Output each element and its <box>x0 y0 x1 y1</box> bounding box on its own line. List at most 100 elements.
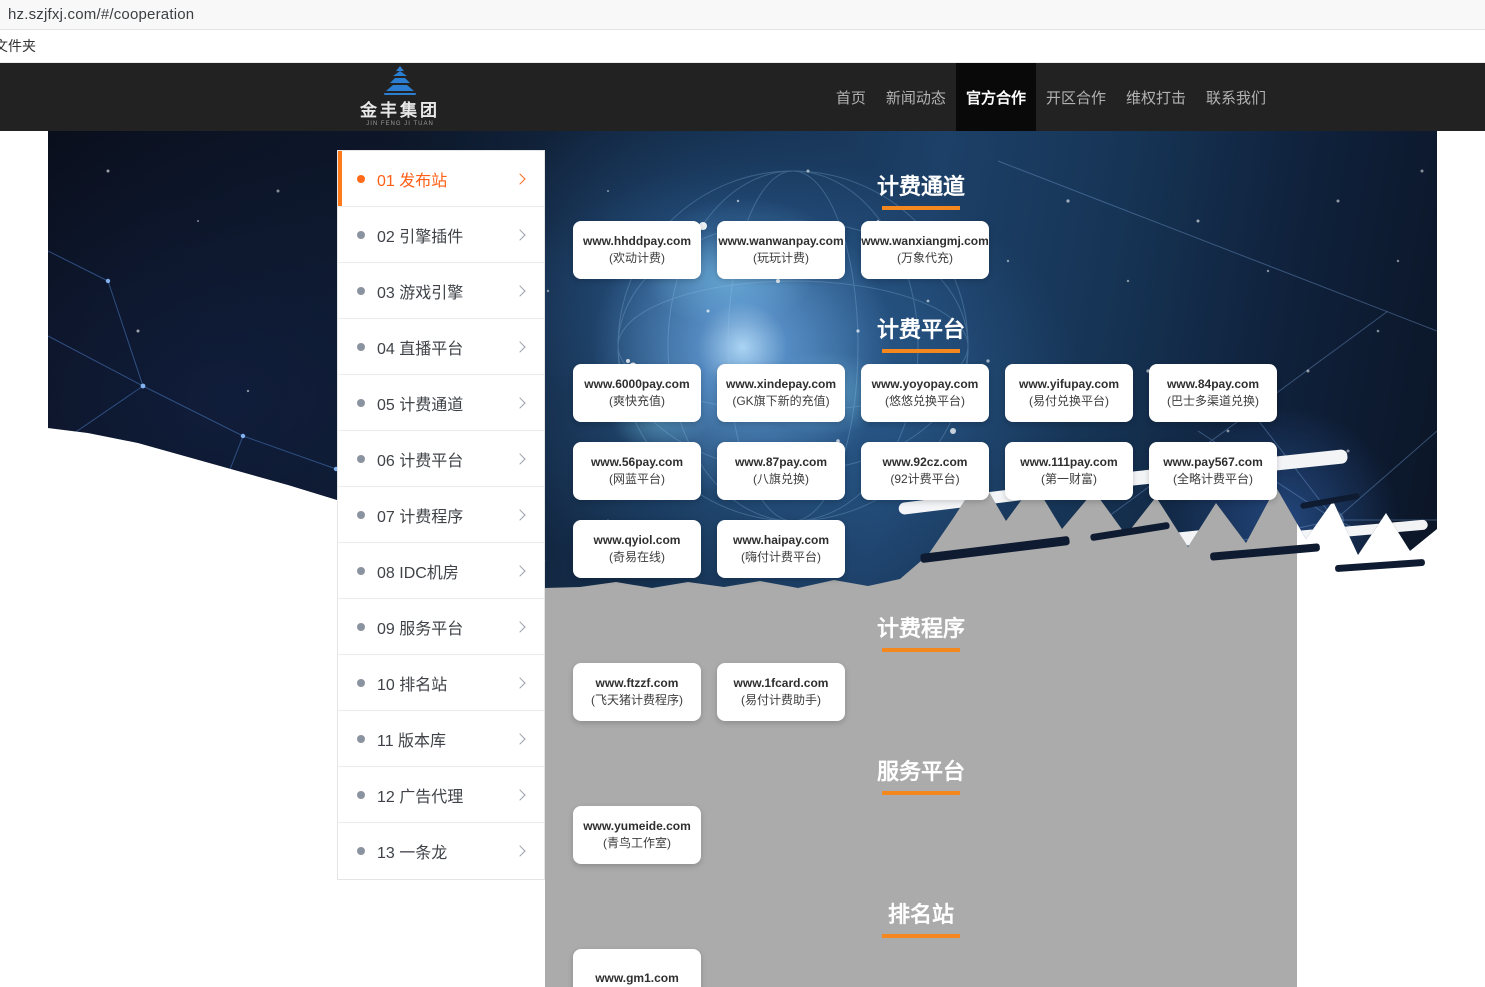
sidebar-item-label: 06 计费平台 <box>377 447 516 471</box>
pagoda-logo-icon <box>383 66 417 96</box>
url-text: hz.szjfxj.com/#/cooperation <box>0 6 194 23</box>
card-name: (玩玩计费) <box>753 251 809 266</box>
sidebar-item-label: 02 引擎插件 <box>377 223 516 247</box>
bullet-icon <box>357 623 365 631</box>
card-name: (奇易在线) <box>609 550 665 565</box>
sidebar-item-11[interactable]: 11 版本库 <box>338 711 544 767</box>
nav-item[interactable]: 新闻动态 <box>876 63 956 131</box>
sidebar-item-03[interactable]: 03 游戏引擎 <box>338 263 544 319</box>
card-name: (悠悠兑换平台) <box>885 394 965 409</box>
chevron-right-icon <box>514 397 525 408</box>
browser-url-bar[interactable]: hz.szjfxj.com/#/cooperation <box>0 0 1485 30</box>
chevron-right-icon <box>514 341 525 352</box>
bullet-icon <box>357 847 365 855</box>
card-name: (第一财富) <box>1041 472 1097 487</box>
sidebar-item-label: 03 游戏引擎 <box>377 279 516 303</box>
partner-card[interactable]: www.wanwanpay.com (玩玩计费) <box>717 221 845 279</box>
card-domain: www.yumeide.com <box>583 819 691 834</box>
card-domain: www.hhddpay.com <box>583 234 691 249</box>
partner-card[interactable]: www.87pay.com(八旗兑换) <box>717 442 845 500</box>
content-section: 排名站www.gm1.com <box>545 900 1297 987</box>
bookmark-folder[interactable]: 文件夹 <box>0 36 36 56</box>
partner-card[interactable]: www.haipay.com(嗨付计费平台) <box>717 520 845 578</box>
partner-card[interactable]: www.84pay.com(巴士多渠道兑换) <box>1149 364 1277 422</box>
partner-card[interactable]: www.92cz.com (92计费平台) <box>861 442 989 500</box>
card-domain: www.qyiol.com <box>594 533 681 548</box>
bullet-icon <box>357 735 365 743</box>
card-name: (青鸟工作室) <box>603 836 671 851</box>
partner-card[interactable]: www.gm1.com <box>573 949 701 987</box>
partner-card[interactable]: www.yumeide.com (青鸟工作室) <box>573 806 701 864</box>
partner-card[interactable]: www.ftzzf.com(飞天猪计费程序) <box>573 663 701 721</box>
card-name: (八旗兑换) <box>753 472 809 487</box>
card-name: (欢动计费) <box>609 251 665 266</box>
sidebar-item-label: 09 服务平台 <box>377 615 516 639</box>
sidebar-item-label: 11 版本库 <box>377 727 516 751</box>
card-domain: www.pay567.com <box>1163 455 1263 470</box>
section-title-underline <box>882 648 960 652</box>
sidebar-item-10[interactable]: 10 排名站 <box>338 655 544 711</box>
partner-card[interactable]: www.hhddpay.com (欢动计费) <box>573 221 701 279</box>
card-name: (爽快充值) <box>609 394 665 409</box>
sidebar-item-08[interactable]: 08 IDC机房 <box>338 543 544 599</box>
partner-card[interactable]: www.qyiol.com (奇易在线) <box>573 520 701 578</box>
torn-paper-debris <box>1335 559 1425 572</box>
card-domain: www.yoyopay.com <box>872 377 979 392</box>
card-domain: www.92cz.com <box>883 455 968 470</box>
card-name: (GK旗下新的充值) <box>732 394 829 409</box>
logo-title: 金丰集团 <box>358 102 442 119</box>
card-domain: www.111pay.com <box>1020 455 1117 470</box>
card-name: (全略计费平台) <box>1173 472 1253 487</box>
card-name: (网蓝平台) <box>609 472 665 487</box>
partner-card[interactable]: www.yifupay.com(易付兑换平台) <box>1005 364 1133 422</box>
chevron-right-icon <box>514 453 525 464</box>
bullet-icon <box>357 399 365 407</box>
card-name: (巴士多渠道兑换) <box>1167 394 1259 409</box>
card-name: (92计费平台) <box>890 472 959 487</box>
main-nav: 首页新闻动态官方合作开区合作维权打击联系我们 <box>826 63 1276 131</box>
partner-card[interactable]: www.111pay.com (第一财富) <box>1005 442 1133 500</box>
content-section: 计费平台www.6000pay.com(爽快充值)www.xindepay.co… <box>545 315 1297 578</box>
sidebar-item-12[interactable]: 12 广告代理 <box>338 767 544 823</box>
partner-card[interactable]: www.yoyopay.com (悠悠兑换平台) <box>861 364 989 422</box>
sidebar-item-05[interactable]: 05 计费通道 <box>338 375 544 431</box>
content-section: 计费通道www.hhddpay.com(欢动计费)www.wanwanpay.c… <box>545 172 1297 279</box>
partner-card[interactable]: www.xindepay.com(GK旗下新的充值) <box>717 364 845 422</box>
card-domain: www.wanwanpay.com <box>718 234 843 249</box>
site-header: 金丰集团 JIN FENG JI TUAN 首页新闻动态官方合作开区合作维权打击… <box>0 63 1485 131</box>
bullet-icon <box>357 511 365 519</box>
chevron-right-icon <box>514 509 525 520</box>
nav-item[interactable]: 维权打击 <box>1116 63 1196 131</box>
partner-card[interactable]: www.1fcard.com(易付计费助手) <box>717 663 845 721</box>
sidebar-item-02[interactable]: 02 引擎插件 <box>338 207 544 263</box>
sidebar-item-label: 05 计费通道 <box>377 391 516 415</box>
partner-card[interactable]: www.56pay.com(网蓝平台) <box>573 442 701 500</box>
sidebar-item-09[interactable]: 09 服务平台 <box>338 599 544 655</box>
partner-card[interactable]: www.pay567.com (全略计费平台) <box>1149 442 1277 500</box>
sections: 计费通道www.hhddpay.com(欢动计费)www.wanwanpay.c… <box>545 150 1297 987</box>
nav-item[interactable]: 官方合作 <box>956 63 1036 131</box>
card-domain: www.ftzzf.com <box>596 676 679 691</box>
chevron-right-icon <box>514 845 525 856</box>
section-title: 服务平台 <box>545 757 1297 787</box>
chevron-right-icon <box>514 677 525 688</box>
nav-item[interactable]: 联系我们 <box>1196 63 1276 131</box>
card-domain: www.6000pay.com <box>584 377 689 392</box>
bullet-icon <box>357 175 365 183</box>
sidebar-item-01[interactable]: 01 发布站 <box>338 151 544 207</box>
nav-item[interactable]: 开区合作 <box>1036 63 1116 131</box>
sidebar-item-07[interactable]: 07 计费程序 <box>338 487 544 543</box>
site-logo[interactable]: 金丰集团 JIN FENG JI TUAN <box>358 66 442 128</box>
partner-card[interactable]: www.6000pay.com (爽快充值) <box>573 364 701 422</box>
chevron-right-icon <box>514 285 525 296</box>
sidebar-item-label: 01 发布站 <box>377 167 516 191</box>
chevron-right-icon <box>514 229 525 240</box>
sidebar-item-label: 13 一条龙 <box>377 839 516 863</box>
sidebar-item-06[interactable]: 06 计费平台 <box>338 431 544 487</box>
sidebar-item-04[interactable]: 04 直播平台 <box>338 319 544 375</box>
nav-item[interactable]: 首页 <box>826 63 876 131</box>
section-title-underline <box>882 791 960 795</box>
card-domain: www.wanxiangmj.com <box>861 234 989 249</box>
sidebar-item-13[interactable]: 13 一条龙 <box>338 823 544 879</box>
partner-card[interactable]: www.wanxiangmj.com(万象代充) <box>861 221 989 279</box>
